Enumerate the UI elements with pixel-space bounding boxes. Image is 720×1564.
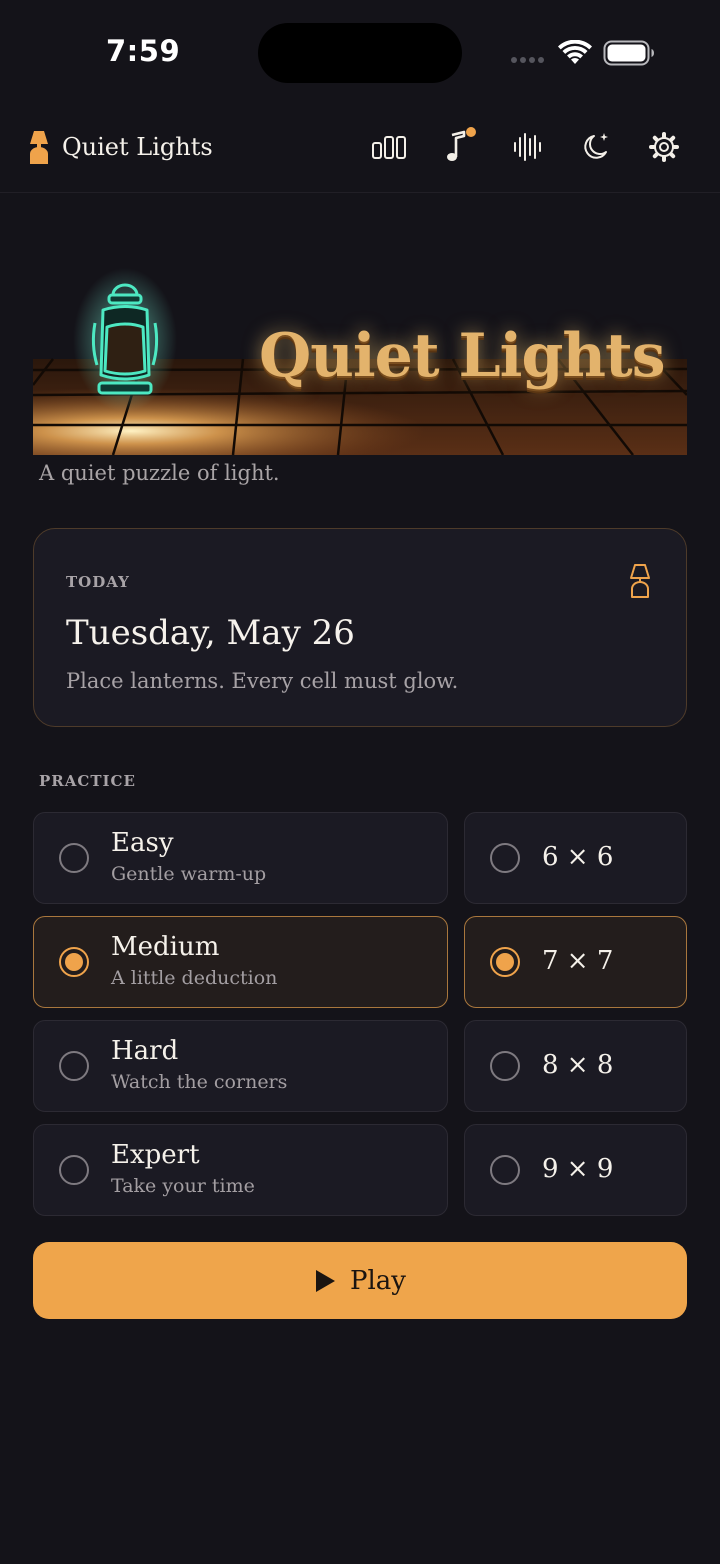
battery-icon <box>603 40 654 66</box>
size-label: 9 × 9 <box>542 1154 614 1184</box>
cellular-signal-icon <box>511 57 544 63</box>
size-option-8[interactable]: 8 × 8 <box>464 1020 687 1112</box>
today-date: Tuesday, May 26 <box>66 613 355 653</box>
size-label: 6 × 6 <box>542 842 614 872</box>
size-option-9[interactable]: 9 × 9 <box>464 1124 687 1216</box>
status-bar: 7:59 <box>0 0 720 100</box>
difficulty-option-easy[interactable]: Easy Gentle warm-up <box>33 812 448 904</box>
play-icon <box>316 1269 335 1292</box>
today-description: Place lanterns. Every cell must glow. <box>66 669 459 693</box>
dynamic-island <box>258 23 462 83</box>
difficulty-title: Hard <box>111 1036 179 1066</box>
radio-button[interactable] <box>490 1155 520 1185</box>
today-label: TODAY <box>66 573 130 591</box>
radio-button-selected[interactable] <box>490 947 520 977</box>
gear-icon <box>649 132 679 162</box>
radio-button[interactable] <box>59 1051 89 1081</box>
play-label: Play <box>350 1265 406 1296</box>
difficulty-option-medium[interactable]: Medium A little deduction <box>33 916 448 1008</box>
difficulty-subtitle: A little deduction <box>111 967 278 989</box>
moon-stars-icon <box>584 133 608 159</box>
music-button[interactable] <box>439 127 479 167</box>
night-mode-button[interactable] <box>576 127 616 167</box>
size-option-7[interactable]: 7 × 7 <box>464 916 687 1008</box>
difficulty-title: Expert <box>111 1140 200 1170</box>
sound-waves-icon <box>514 133 541 161</box>
settings-button[interactable] <box>644 127 684 167</box>
play-button[interactable]: Play <box>33 1242 687 1319</box>
difficulty-subtitle: Watch the corners <box>111 1071 288 1093</box>
difficulty-option-expert[interactable]: Expert Take your time <box>33 1124 448 1216</box>
app-name: Quiet Lights <box>62 133 213 161</box>
practice-label: PRACTICE <box>39 772 136 790</box>
radio-button[interactable] <box>59 843 89 873</box>
difficulty-subtitle: Gentle warm-up <box>111 863 267 885</box>
radio-button[interactable] <box>490 1051 520 1081</box>
status-time: 7:59 <box>106 34 181 68</box>
brand: Quiet Lights <box>28 130 213 164</box>
tagline: A quiet puzzle of light. <box>39 461 280 485</box>
radio-button[interactable] <box>490 843 520 873</box>
difficulty-title: Medium <box>111 932 220 962</box>
hero-banner: Quiet Lights <box>33 265 687 455</box>
lamp-logo-icon <box>30 131 48 164</box>
music-note-icon <box>447 127 476 161</box>
bar-chart-icon <box>372 136 406 159</box>
daily-puzzle-card[interactable]: TODAY Tuesday, May 26 Place lanterns. Ev… <box>33 528 687 727</box>
lamp-icon <box>630 564 650 598</box>
difficulty-title: Easy <box>111 828 174 858</box>
stats-button[interactable] <box>369 127 409 167</box>
size-option-6[interactable]: 6 × 6 <box>464 812 687 904</box>
difficulty-subtitle: Take your time <box>111 1175 255 1197</box>
app-header: Quiet Lights <box>0 100 720 193</box>
radio-button[interactable] <box>59 1155 89 1185</box>
radio-button-selected[interactable] <box>59 947 89 977</box>
sound-button[interactable] <box>507 127 547 167</box>
size-label: 7 × 7 <box>542 946 614 976</box>
difficulty-option-hard[interactable]: Hard Watch the corners <box>33 1020 448 1112</box>
size-label: 8 × 8 <box>542 1050 614 1080</box>
hero-title: Quiet Lights <box>259 321 666 391</box>
wifi-icon <box>558 40 592 64</box>
